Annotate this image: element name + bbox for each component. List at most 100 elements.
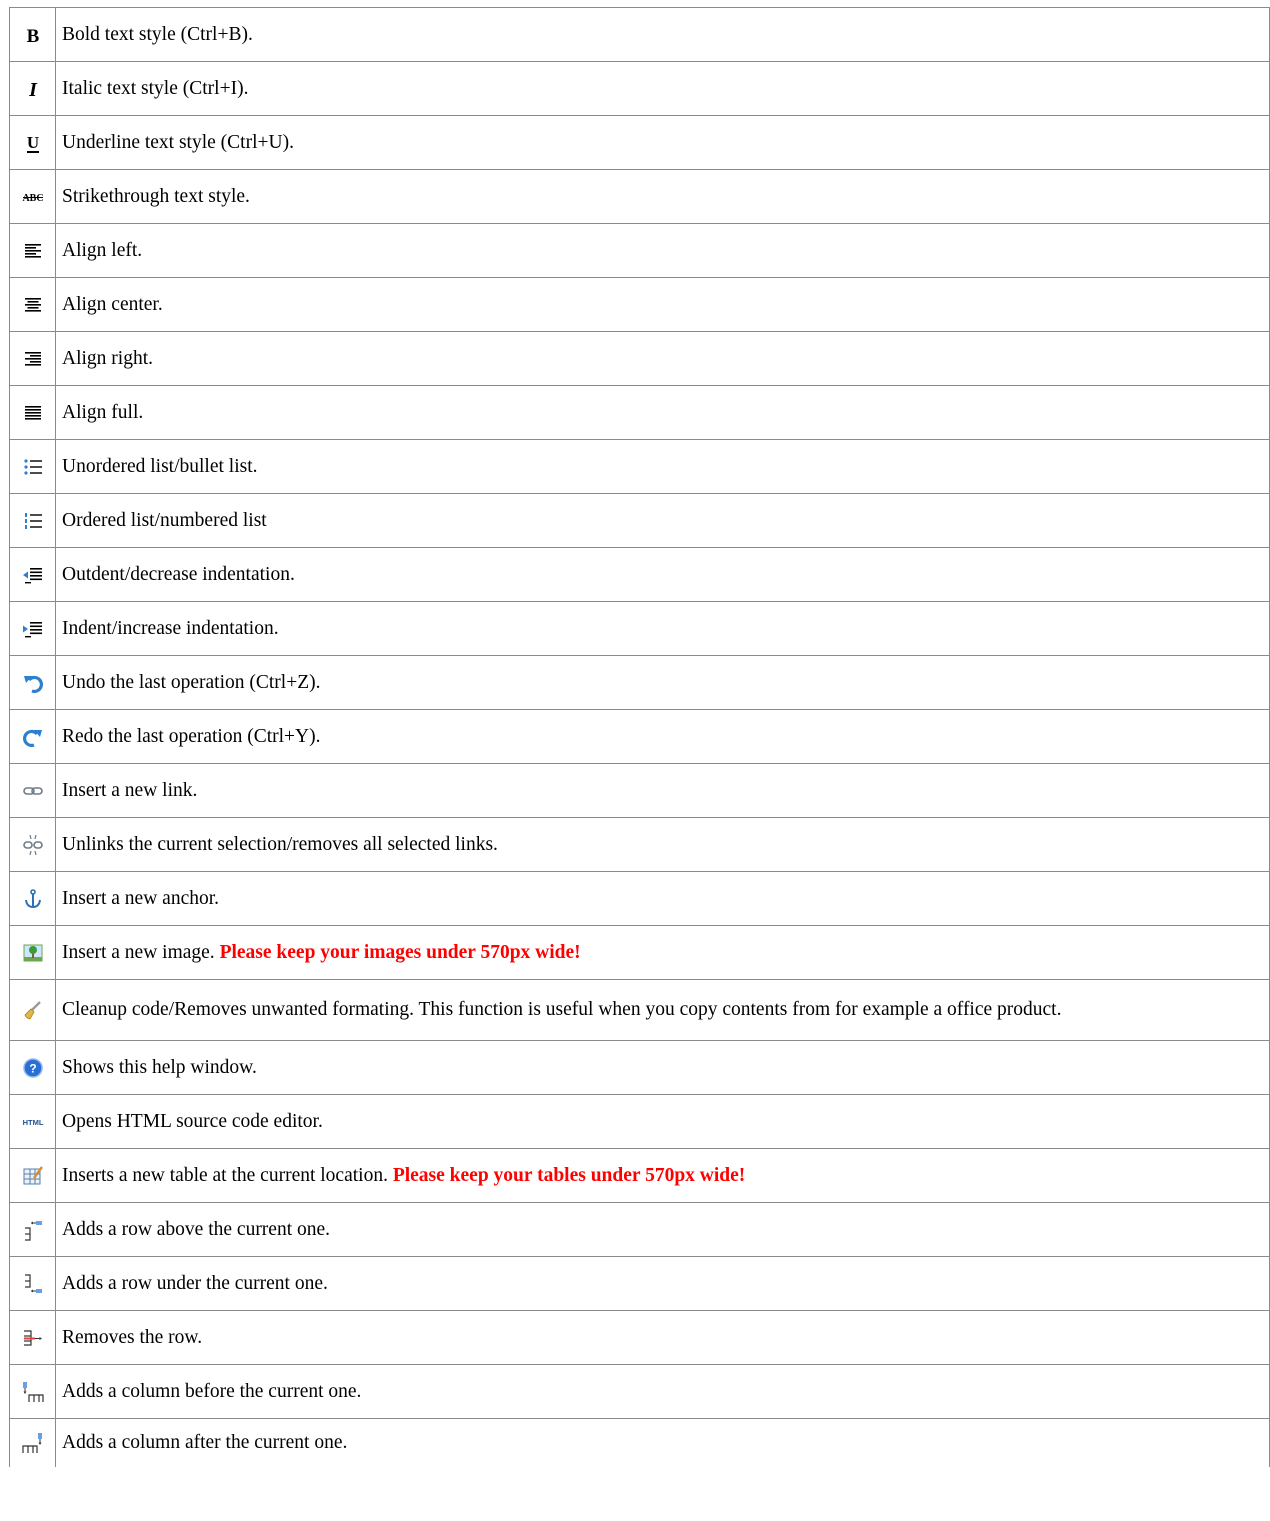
insert-table-icon bbox=[23, 1165, 43, 1184]
help-description: Ordered list/numbered list bbox=[55, 493, 1270, 548]
row-above-icon bbox=[24, 1220, 42, 1241]
icon-cell bbox=[9, 223, 56, 278]
description-text: Indent/increase indentation. bbox=[62, 617, 279, 639]
icon-cell bbox=[9, 763, 56, 818]
help-description: Insert a new link. bbox=[55, 763, 1270, 818]
help-description: Undo the last operation (Ctrl+Z). bbox=[55, 655, 1270, 710]
description-text: Adds a row above the current one. bbox=[62, 1218, 331, 1240]
icon-cell: ? bbox=[9, 1040, 56, 1095]
unlink-icon bbox=[22, 834, 43, 855]
help-row: Ordered list/numbered list bbox=[9, 493, 1270, 548]
warning-text: Please keep your images under 570px wide… bbox=[219, 941, 581, 963]
icon-cell bbox=[9, 385, 56, 440]
help-description: Align full. bbox=[55, 385, 1270, 440]
help-row: Cleanup code/Removes unwanted formating.… bbox=[9, 979, 1270, 1041]
html-icon-label: HTML bbox=[22, 1118, 43, 1127]
description-text: Ordered list/numbered list bbox=[62, 509, 267, 531]
italic-icon: I bbox=[28, 79, 38, 101]
description-text: Bold text style (Ctrl+B). bbox=[62, 23, 253, 45]
row-below-icon bbox=[24, 1273, 42, 1293]
help-description: Adds a column after the current one. bbox=[55, 1418, 1270, 1467]
numbered-list-icon bbox=[24, 512, 42, 529]
icon-cell bbox=[9, 817, 56, 872]
svg-text:I: I bbox=[28, 79, 38, 101]
outdent-icon bbox=[22, 567, 42, 583]
svg-text:U: U bbox=[26, 133, 38, 152]
help-description: Align right. bbox=[55, 331, 1270, 386]
icon-cell bbox=[9, 277, 56, 332]
icon-cell bbox=[9, 439, 56, 494]
help-description: Adds a row above the current one. bbox=[55, 1202, 1270, 1257]
description-text: Inserts a new table at the current locat… bbox=[62, 1164, 388, 1186]
icon-cell bbox=[9, 547, 56, 602]
help-description: Redo the last operation (Ctrl+Y). bbox=[55, 709, 1270, 764]
help-row: Redo the last operation (Ctrl+Y). bbox=[9, 709, 1270, 764]
help-description: Inserts a new table at the current locat… bbox=[55, 1148, 1270, 1203]
description-text: Unordered list/bullet list. bbox=[62, 455, 258, 477]
column-after-icon bbox=[21, 1433, 42, 1453]
icon-cell bbox=[9, 1364, 56, 1419]
icon-cell bbox=[9, 925, 56, 980]
icon-cell: HTML bbox=[9, 1094, 56, 1149]
description-text: Adds a row under the current one. bbox=[62, 1272, 328, 1294]
help-description: Italic text style (Ctrl+I). bbox=[55, 61, 1270, 116]
help-row: U Underline text style (Ctrl+U). bbox=[9, 115, 1270, 170]
help-row: Inserts a new table at the current locat… bbox=[9, 1148, 1270, 1203]
help-row: Insert a new anchor. bbox=[9, 871, 1270, 926]
description-text: Insert a new link. bbox=[62, 779, 198, 801]
icon-cell bbox=[9, 1256, 56, 1311]
description-text: Adds a column before the current one. bbox=[62, 1380, 362, 1402]
help-description: Unordered list/bullet list. bbox=[55, 439, 1270, 494]
help-row: Removes the row. bbox=[9, 1310, 1270, 1365]
help-row: Unlinks the current selection/removes al… bbox=[9, 817, 1270, 872]
help-row: Align center. bbox=[9, 277, 1270, 332]
help-row: Adds a row under the current one. bbox=[9, 1256, 1270, 1311]
icon-cell bbox=[9, 331, 56, 386]
description-text: Insert a new anchor. bbox=[62, 887, 220, 909]
help-icon: ? bbox=[22, 1057, 43, 1078]
help-description: Adds a column before the current one. bbox=[55, 1364, 1270, 1419]
svg-text:B: B bbox=[26, 26, 39, 47]
icon-cell bbox=[9, 709, 56, 764]
description-text: Align right. bbox=[62, 347, 153, 369]
description-text: Adds a column after the current one. bbox=[62, 1432, 348, 1453]
help-row: Unordered list/bullet list. bbox=[9, 439, 1270, 494]
strikethrough-icon-label: ABC bbox=[22, 193, 43, 204]
description-text: Redo the last operation (Ctrl+Y). bbox=[62, 725, 321, 747]
anchor-icon bbox=[24, 888, 41, 908]
bold-icon: B bbox=[26, 26, 39, 47]
icon-cell bbox=[9, 1148, 56, 1203]
help-description: Insert a new image. Please keep your ima… bbox=[55, 925, 1270, 980]
help-description: Insert a new anchor. bbox=[55, 871, 1270, 926]
help-row: I Italic text style (Ctrl+I). bbox=[9, 61, 1270, 116]
strikethrough-icon: ABC bbox=[22, 193, 43, 204]
remove-row-icon bbox=[23, 1329, 42, 1346]
icon-cell bbox=[9, 1310, 56, 1365]
help-description: Opens HTML source code editor. bbox=[55, 1094, 1270, 1149]
undo-icon bbox=[23, 675, 43, 693]
bullet-list-icon bbox=[23, 458, 42, 475]
description-text: Strikethrough text style. bbox=[62, 185, 250, 207]
help-description: Align left. bbox=[55, 223, 1270, 278]
icon-cell bbox=[9, 601, 56, 656]
help-description: Adds a row under the current one. bbox=[55, 1256, 1270, 1311]
icon-cell: ABC bbox=[9, 169, 56, 224]
column-before-icon bbox=[22, 1381, 44, 1402]
warning-text: Please keep your tables under 570px wide… bbox=[392, 1164, 746, 1186]
image-icon bbox=[23, 944, 42, 961]
help-row: Adds a column after the current one. bbox=[9, 1418, 1270, 1467]
link-icon bbox=[22, 786, 43, 795]
description-text: Align left. bbox=[62, 239, 143, 261]
align-full-icon bbox=[24, 405, 41, 420]
help-description: Shows this help window. bbox=[55, 1040, 1270, 1095]
help-row: Align full. bbox=[9, 385, 1270, 440]
help-row: ABC Strikethrough text style. bbox=[9, 169, 1270, 224]
icon-cell bbox=[9, 871, 56, 926]
help-description: Underline text style (Ctrl+U). bbox=[55, 115, 1270, 170]
icon-cell bbox=[9, 655, 56, 710]
icon-cell bbox=[9, 1418, 56, 1467]
help-description: Strikethrough text style. bbox=[55, 169, 1270, 224]
help-row: HTML Opens HTML source code editor. bbox=[9, 1094, 1270, 1149]
help-description: Outdent/decrease indentation. bbox=[55, 547, 1270, 602]
help-row: Align right. bbox=[9, 331, 1270, 386]
